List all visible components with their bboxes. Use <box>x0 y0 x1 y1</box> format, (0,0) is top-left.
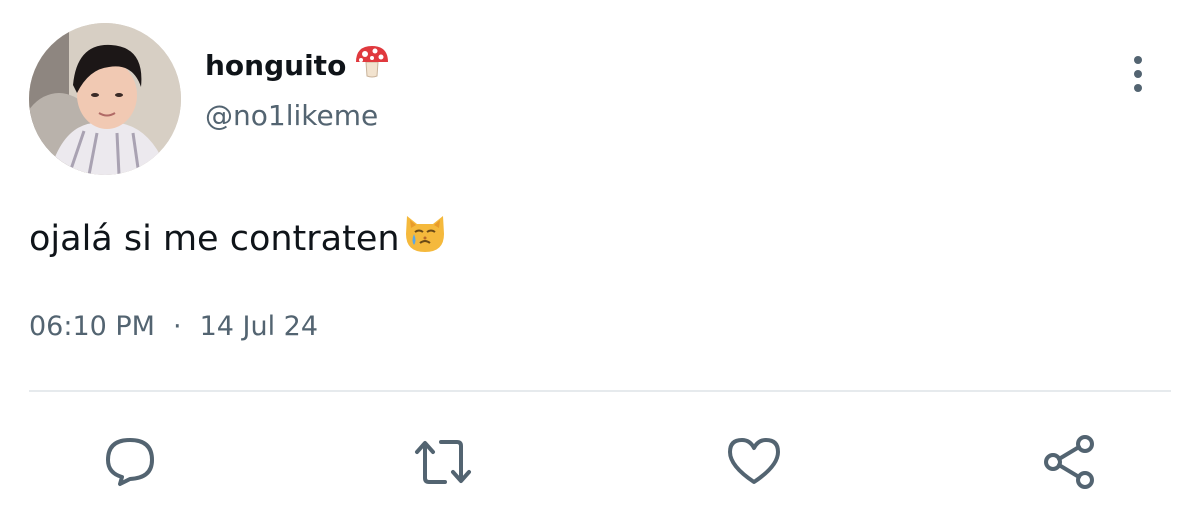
like-button[interactable] <box>722 430 786 494</box>
tweet-date: 14 Jul 24 <box>199 311 319 342</box>
tweet-text: ojalá si me contraten <box>29 210 448 268</box>
display-name[interactable]: honguito <box>205 44 390 87</box>
avatar[interactable] <box>29 23 181 175</box>
share-button[interactable] <box>1037 430 1101 494</box>
retweet-icon <box>415 440 471 484</box>
divider <box>29 390 1171 392</box>
retweet-button[interactable] <box>411 430 475 494</box>
like-icon <box>728 438 780 484</box>
meta-separator: · <box>172 311 182 342</box>
reply-button[interactable] <box>98 430 162 494</box>
share-icon <box>1044 435 1094 489</box>
reply-icon <box>106 438 154 486</box>
user-handle[interactable]: @no1likeme <box>205 98 378 134</box>
mushroom-emoji <box>354 44 390 87</box>
crying-cat-emoji <box>402 210 448 268</box>
tweet-body: ojalá si me contraten <box>29 219 400 259</box>
more-vertical-icon <box>1134 56 1142 92</box>
tweet-time: 06:10 PM <box>29 311 155 342</box>
more-options-button[interactable] <box>1118 52 1158 96</box>
display-name-text: honguito <box>205 48 347 82</box>
tweet-meta: 06:10 PM · 14 Jul 24 <box>29 307 318 347</box>
